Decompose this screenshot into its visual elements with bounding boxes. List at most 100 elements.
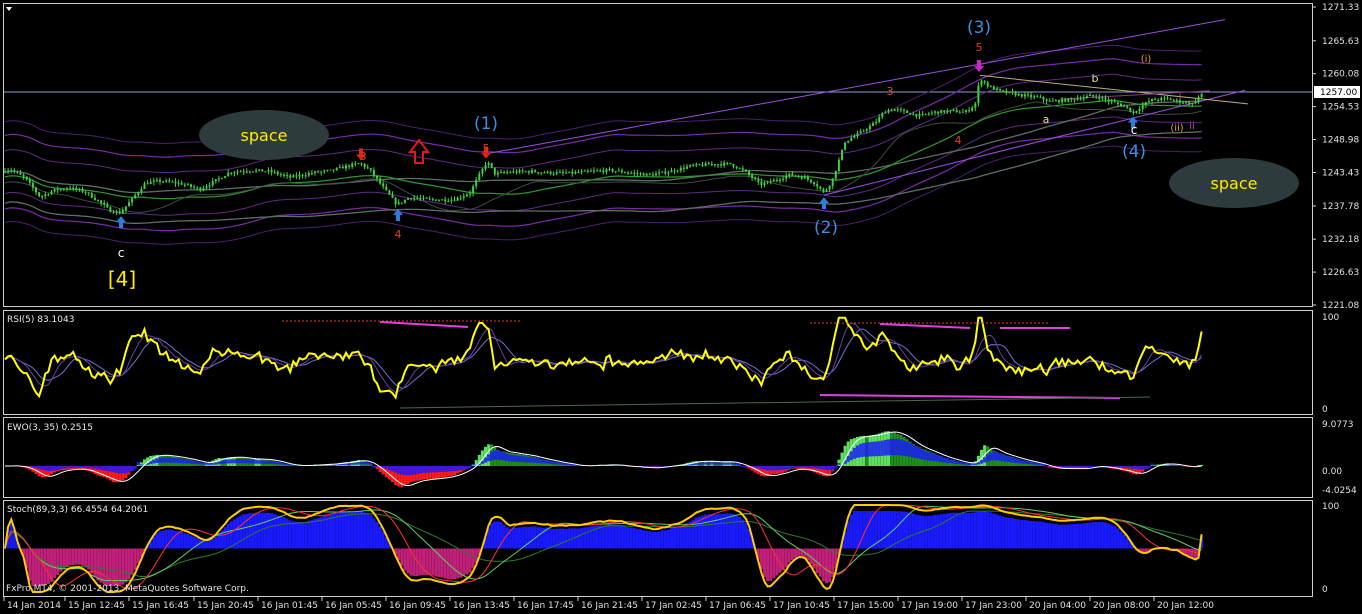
ewo-overlay-bar [546,460,549,464]
candle-body [1113,101,1116,103]
candle-body [72,187,75,189]
candle-body [841,149,843,160]
ewo-overlay-bar [1141,466,1145,470]
candle-body [543,172,546,174]
stoch-histogram-bar [267,512,270,549]
stoch-histogram-bar [124,548,128,583]
ewo-overlay-bar [121,466,125,474]
ewo-overlay-bar [508,454,512,462]
candle-body [332,169,335,171]
candle-body [1082,97,1085,100]
ewo-overlay-bar [149,461,153,465]
stoch-histogram-bar [580,528,584,549]
ewo-overlay-bar [50,466,53,471]
stoch-histogram-bar [223,527,227,549]
candle-body [478,173,481,180]
stoch-histogram-bar [1017,519,1021,549]
candle-body [230,172,233,174]
wave-label-c-right: c [1131,123,1138,137]
candle-body [837,159,840,171]
ewo-overlay-bar [949,459,952,464]
candle-body [149,181,152,185]
stoch-histogram-bar [930,515,934,549]
candle-body [53,188,56,192]
candle-body [438,200,440,202]
candle-body [819,186,822,189]
ewo-overlay-bar [239,458,243,464]
stoch-histogram-bar [360,511,363,549]
candle-body [977,85,980,104]
ewo-overlay-bar [958,461,962,465]
stoch-histogram-bar [65,548,69,567]
candle-body [965,110,967,112]
candle-body [627,172,630,174]
ewo-overlay-bar [927,452,931,461]
candle-body [1123,105,1126,107]
stoch-histogram-bar [887,511,890,549]
candle-body [295,175,298,177]
ewo-overlay-bar [434,466,438,473]
wave-label-i-magenta: i [1179,91,1182,102]
candle-body [400,202,403,204]
stoch-histogram-bar [180,532,184,549]
time-axis-label: 15 Jan 12:45 [68,601,125,611]
wave-label-ii-magenta: ii [1189,121,1195,132]
candle-body [369,168,372,171]
candle-body [738,168,741,170]
stoch-histogram-bar [530,526,534,549]
candle-body [1185,102,1188,104]
candle-body [558,171,561,173]
stoch-histogram-bar [298,521,301,549]
stoch-histogram-bar [1001,516,1005,549]
ewo-overlay-bar [152,459,156,464]
ewo-overlay-bar [722,462,726,465]
stoch-histogram-bar [589,526,593,549]
candle-body [813,182,816,185]
stoch-histogram-bar [1100,521,1104,549]
ewo-title: EWO(3, 35) 0.2515 [7,423,93,433]
candle-body [354,163,357,165]
candle-body [713,164,716,166]
ewo-overlay-bar [896,439,900,456]
ewo-overlay-bar [56,466,60,470]
ewo-overlay-bar [1038,463,1042,465]
ewo-overlay-bar [443,466,447,472]
ewo-overlay-bar [1122,466,1126,468]
candle-body [661,171,664,173]
stoch-histogram-bar [933,514,937,549]
stoch-histogram-bar [205,541,208,549]
candle-body [648,173,651,175]
wave-label-ii-orange: (ii) [1170,123,1183,134]
trading-chart[interactable]: 1271.33 1265.63 1260.08 1254.53 1248.98 1243.… [0,0,1362,614]
candle-body [1110,101,1113,103]
candle-body [298,174,301,177]
subwave-5-right: 5 [976,41,983,54]
ewo-overlay-bar [164,457,168,463]
stoch-histogram-bar [583,527,587,549]
stoch-histogram-bar [549,528,553,549]
candle-body [971,107,974,111]
stoch-histogram-bar [71,548,75,565]
stoch-histogram-bar [1023,520,1027,549]
ewo-overlay-bar [1147,466,1151,469]
stoch-histogram-bar [363,512,367,549]
ewo-overlay-bar [1020,459,1024,464]
stoch-histogram-bar [976,511,980,549]
ewo-overlay-bar [505,453,509,462]
candle-body [732,164,735,167]
candle-body [1163,97,1166,99]
stoch-histogram-bar [332,513,336,549]
candle-body [41,196,44,198]
candle-body [90,193,93,198]
ewo-overlay-bar [908,443,912,457]
stoch-histogram-bar [456,548,460,579]
stoch-histogram-bar [74,548,78,565]
ewo-overlay-bar [521,456,525,463]
ewo-overlay-bar [797,466,801,468]
candle-body [66,188,68,190]
candle-body [636,172,639,174]
candle-body [1157,99,1160,101]
stoch-histogram-bar [911,513,915,549]
candle-body [159,180,161,182]
candle-body [69,188,72,190]
